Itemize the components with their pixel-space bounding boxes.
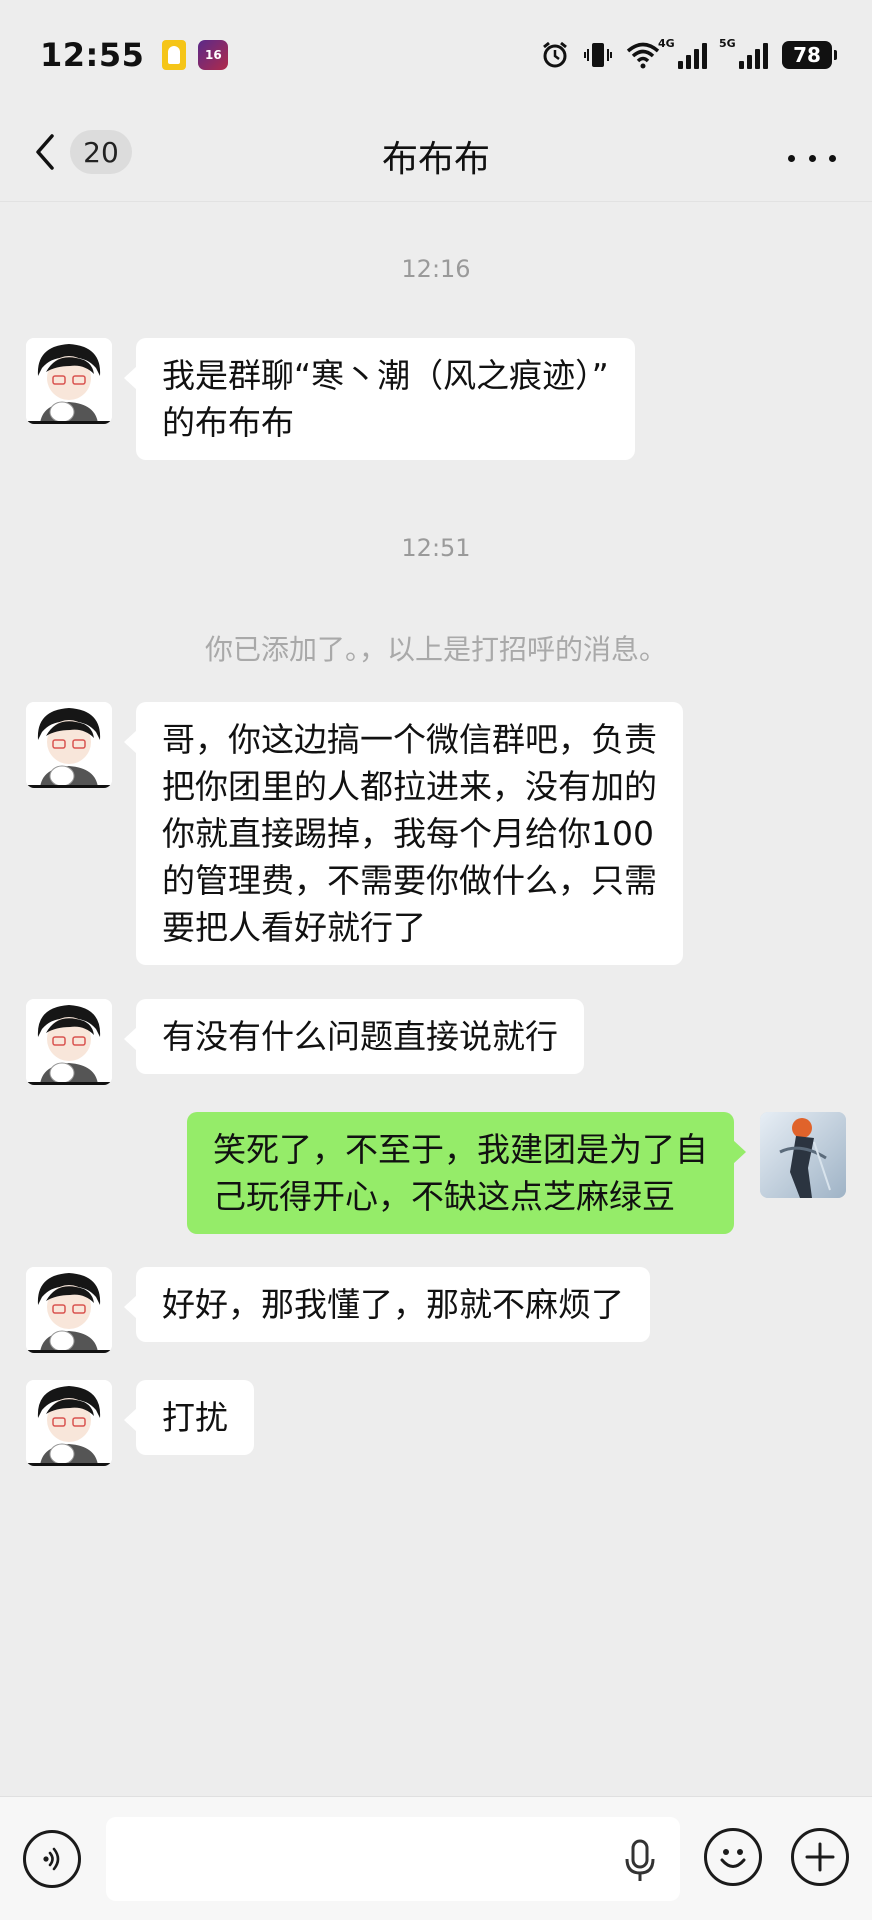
message-text-line: 哥，你这边搞一个微信群吧，负责	[162, 720, 657, 759]
message-text-line: 你就直接踢掉，我每个月给你100	[162, 814, 654, 853]
contact-avatar[interactable]	[26, 1267, 112, 1353]
message-text-line: 的管理费，不需要你做什么，只需	[162, 861, 657, 900]
chat-input-bar	[0, 1796, 872, 1920]
message-text-line: 打扰	[162, 1398, 228, 1437]
message-list[interactable]: 12:16 我是群聊“寒丶潮（风之痕迹）” 的布布布 12:51 你已添加了。，…	[0, 203, 872, 1793]
incoming-message[interactable]: 哥，你这边搞一个微信群吧，负责 把你团里的人都拉进来，没有加的 你就直接踢掉，我…	[124, 702, 683, 965]
status-bar: 12:55 16 4G 5G 78	[0, 0, 872, 110]
my-avatar[interactable]	[760, 1112, 846, 1198]
status-icons: 4G 5G 78	[540, 37, 837, 70]
signal-4g-icon: 4G	[658, 37, 707, 69]
signal-5g-icon: 5G	[719, 37, 768, 69]
message-text-line: 有没有什么问题直接说就行	[162, 1017, 558, 1056]
chat-header: 20 布布布	[0, 110, 872, 202]
message-text-line: 己玩得开心，不缺这点芝麻绿豆	[213, 1177, 675, 1216]
message-input[interactable]	[106, 1817, 680, 1901]
vibrate-icon	[584, 43, 612, 67]
emoji-button[interactable]	[704, 1828, 762, 1886]
message-text-line: 笑死了，不至于，我建团是为了自	[213, 1130, 708, 1169]
incoming-message[interactable]: 打扰	[124, 1380, 254, 1455]
message-text-line: 的布布布	[162, 403, 294, 442]
plus-icon	[805, 1842, 835, 1872]
back-button[interactable]: 20	[30, 130, 132, 174]
message-text-line: 我是群聊“寒丶潮（风之痕迹）”	[162, 356, 609, 395]
message-timestamp: 12:16	[401, 255, 471, 283]
unread-count-badge: 20	[70, 130, 132, 174]
incoming-message[interactable]: 有没有什么问题直接说就行	[124, 999, 584, 1074]
status-time: 12:55	[40, 36, 145, 74]
chevron-left-icon	[36, 134, 54, 170]
system-notice: 你已添加了。，以上是打招呼的消息。	[204, 633, 667, 666]
voice-icon	[43, 1847, 60, 1871]
page-title: 布布布	[381, 138, 490, 180]
wifi-icon	[626, 42, 660, 69]
contact-avatar[interactable]	[26, 1380, 112, 1466]
notification-app-icon	[162, 40, 187, 70]
message-text-line: 好好，那我懂了，那就不麻烦了	[162, 1285, 624, 1324]
notification-badge-icon: 16	[198, 40, 229, 70]
voice-toggle-button[interactable]	[23, 1830, 81, 1888]
network-type-label: 4G	[658, 37, 675, 50]
incoming-message[interactable]: 我是群聊“寒丶潮（风之痕迹）” 的布布布	[124, 338, 635, 460]
outgoing-message[interactable]: 笑死了，不至于，我建团是为了自 己玩得开心，不缺这点芝麻绿豆	[187, 1112, 746, 1234]
more-functions-button[interactable]	[791, 1828, 849, 1886]
more-options-icon[interactable]	[788, 144, 836, 172]
network-type-label: 5G	[719, 37, 736, 50]
message-timestamp: 12:51	[401, 534, 471, 562]
incoming-message[interactable]: 好好，那我懂了，那就不麻烦了	[124, 1267, 650, 1342]
alarm-icon	[543, 41, 567, 68]
mic-icon[interactable]	[622, 1839, 658, 1883]
contact-avatar[interactable]	[26, 999, 112, 1085]
battery-icon: 78	[782, 41, 837, 69]
message-text-line: 把你团里的人都拉进来，没有加的	[162, 767, 657, 806]
emoji-icon	[720, 1849, 746, 1868]
contact-avatar[interactable]	[26, 338, 112, 424]
message-text-line: 要把人看好就行了	[162, 908, 426, 947]
contact-avatar[interactable]	[26, 702, 112, 788]
